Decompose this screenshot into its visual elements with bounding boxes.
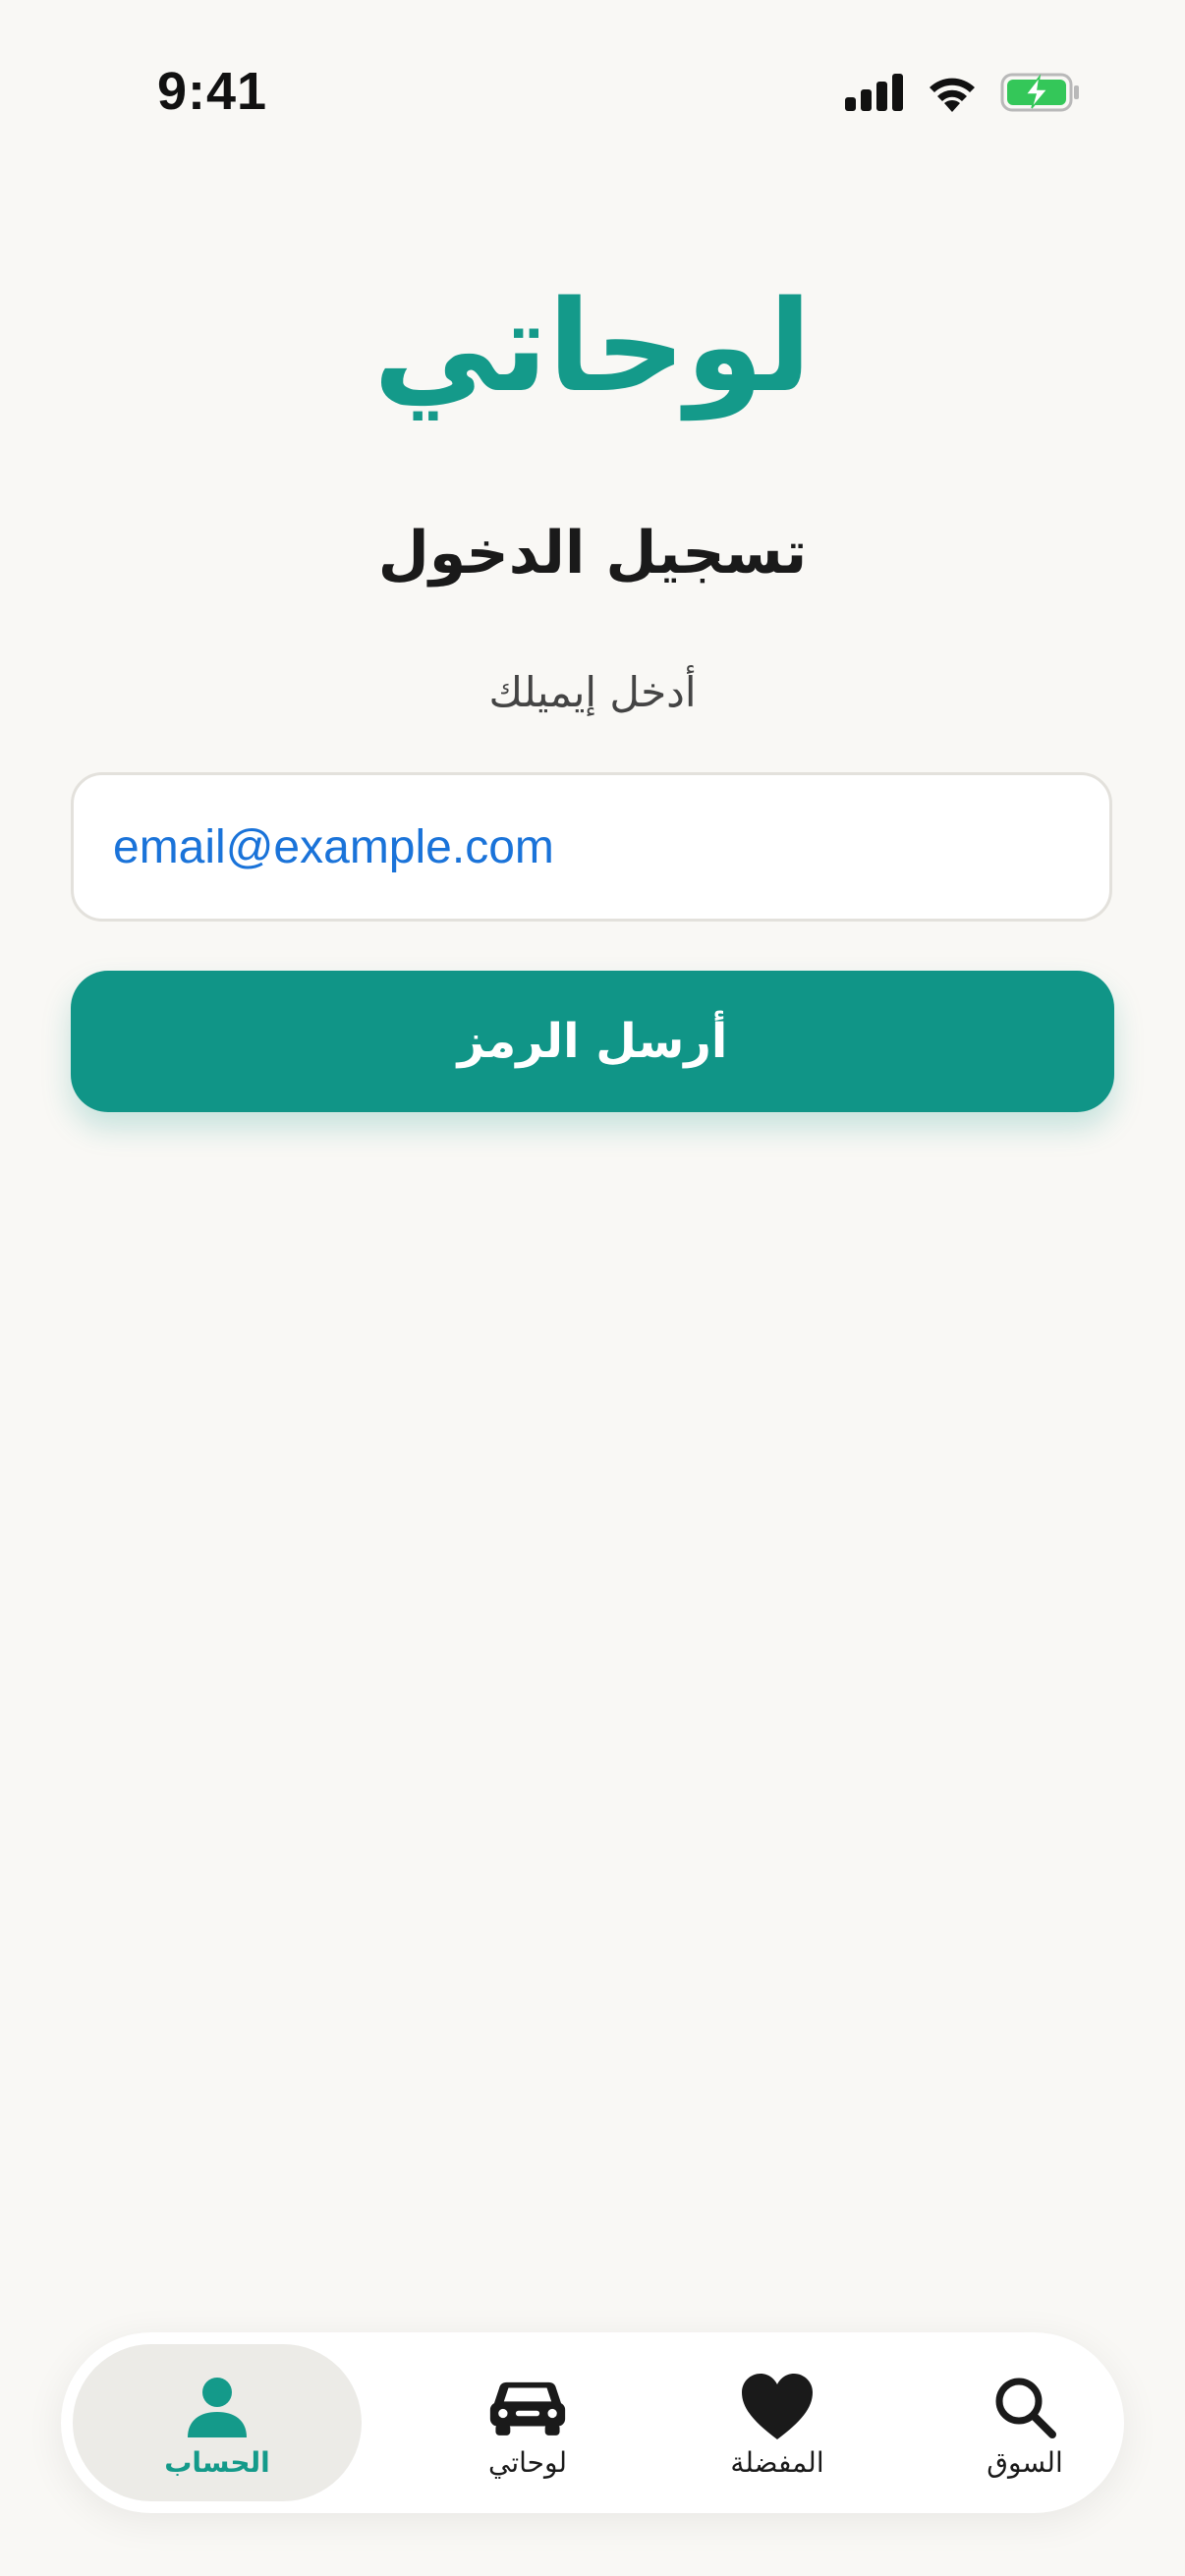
tab-label: لوحاتي [488, 2446, 567, 2479]
status-time: 9:41 [157, 62, 268, 121]
tab-label: المفضلة [730, 2446, 824, 2479]
email-field[interactable] [71, 772, 1112, 922]
app-logo: لوحاتي [372, 274, 813, 420]
cellular-signal-icon [845, 74, 903, 111]
email-label: أدخل إيميلك [488, 668, 697, 716]
tab-bar: السوق المفضلة لوحاتي الحساب [61, 2332, 1124, 2513]
heart-icon [738, 2368, 817, 2446]
wifi-icon [930, 78, 975, 112]
status-bar: 9:41 [0, 0, 1185, 196]
tab-favorites[interactable]: المفضلة [633, 2344, 922, 2501]
car-icon [488, 2368, 567, 2446]
person-icon [178, 2368, 256, 2446]
tab-label: الحساب [164, 2446, 270, 2479]
page-title: تسجيل الدخول [377, 519, 808, 588]
send-code-button[interactable]: أرسل الرمز [71, 971, 1114, 1112]
search-icon [986, 2368, 1064, 2446]
tab-account[interactable]: الحساب [73, 2344, 362, 2501]
tab-my-plates[interactable]: لوحاتي [383, 2344, 672, 2501]
tab-market[interactable]: السوق [880, 2344, 1169, 2501]
tab-label: السوق [987, 2446, 1063, 2479]
battery-charging-icon [1000, 73, 1079, 112]
status-icons [845, 73, 1081, 112]
